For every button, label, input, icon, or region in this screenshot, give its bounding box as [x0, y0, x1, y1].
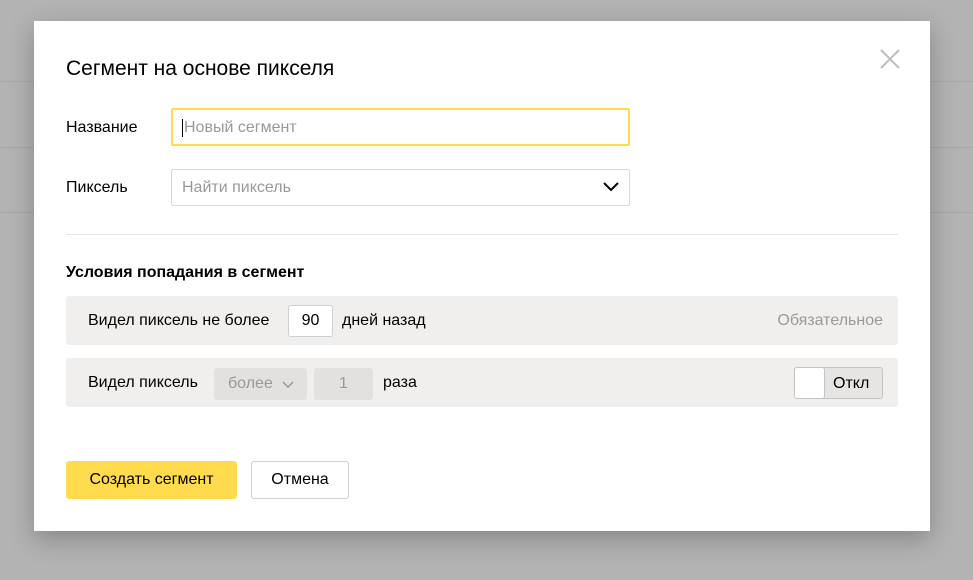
condition-row-days: Видел пиксель не более 90 дней назад Обя… — [66, 296, 898, 345]
name-input[interactable]: Новый сегмент — [171, 108, 630, 146]
close-button[interactable] — [879, 48, 901, 70]
required-badge: Обязательное — [777, 311, 883, 331]
condition-count-prefix: Видел пиксель — [88, 373, 198, 393]
name-input-placeholder: Новый сегмент — [184, 118, 297, 138]
toggle-label: Откл — [833, 374, 869, 394]
condition-count-suffix: раза — [383, 373, 417, 393]
cancel-button[interactable]: Отмена — [251, 461, 349, 499]
condition-toggle[interactable]: Откл — [794, 367, 883, 399]
pixel-select-placeholder: Найти пиксель — [182, 178, 291, 198]
condition-days-prefix: Видел пиксель не более — [88, 311, 269, 331]
chevron-down-icon — [602, 180, 620, 194]
chevron-down-icon — [282, 381, 294, 389]
condition-days-suffix: дней назад — [342, 311, 426, 331]
section-divider — [66, 234, 898, 235]
create-segment-button[interactable]: Создать сегмент — [66, 461, 237, 499]
toggle-knob — [794, 367, 825, 399]
days-input[interactable]: 90 — [288, 305, 333, 337]
name-label: Название — [66, 118, 138, 138]
text-cursor — [182, 119, 183, 137]
condition-row-count: Видел пиксель более 1 раза Откл — [66, 358, 898, 407]
pixel-label: Пиксель — [66, 178, 128, 198]
count-input[interactable]: 1 — [314, 368, 373, 400]
close-icon — [879, 48, 901, 70]
segment-dialog: Сегмент на основе пикселя Название Новый… — [34, 21, 930, 531]
operator-select[interactable]: более — [214, 368, 307, 400]
dialog-title: Сегмент на основе пикселя — [66, 56, 334, 82]
conditions-title: Условия попадания в сегмент — [66, 263, 304, 283]
operator-select-value: более — [228, 374, 273, 394]
pixel-search-select[interactable]: Найти пиксель — [171, 169, 630, 206]
